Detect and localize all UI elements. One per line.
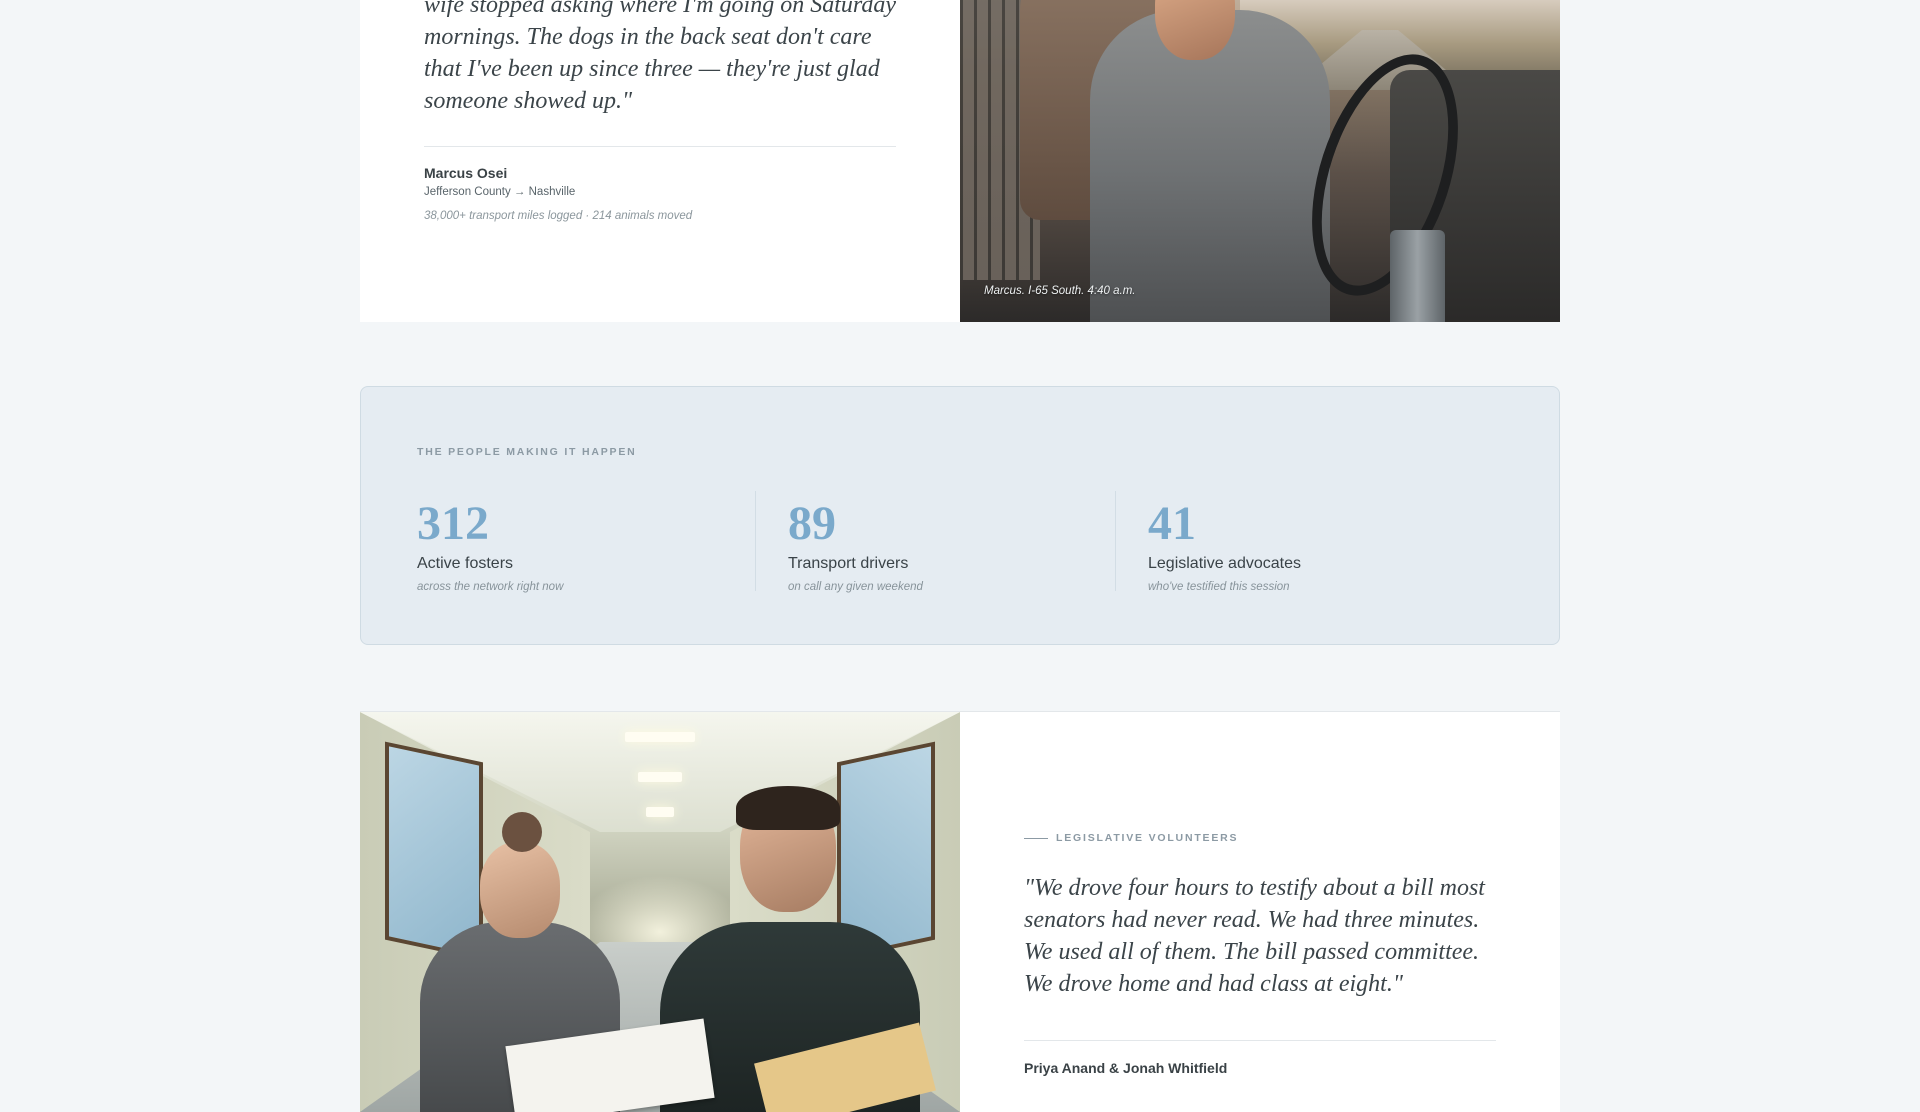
- stat-legislative-advocates: 41 Legislative advocates who've testifie…: [1115, 491, 1448, 593]
- volunteer-story-marcus: wife stopped asking where I'm going on S…: [360, 0, 1560, 322]
- stat-sublabel: on call any given weekend: [788, 581, 923, 593]
- hallway-photo: [360, 712, 960, 1112]
- stats-eyebrow: THE PEOPLE MAKING IT HAPPEN: [417, 446, 637, 458]
- story-divider: [424, 146, 896, 147]
- section-eyebrow: LEGISLATIVE VOLUNTEERS: [1056, 832, 1239, 844]
- stat-active-fosters: 312 Active fosters across the network ri…: [417, 491, 757, 594]
- stat-number: 312: [417, 497, 489, 550]
- people-stats-panel: THE PEOPLE MAKING IT HAPPEN 312 Active f…: [360, 386, 1560, 645]
- stat-number: 41: [1148, 497, 1196, 550]
- stat-label: Transport drivers: [788, 555, 909, 572]
- stat-sublabel: across the network right now: [417, 581, 564, 593]
- stat-label: Legislative advocates: [1148, 555, 1301, 572]
- section-label: LEGISLATIVE VOLUNTEERS: [1024, 832, 1238, 844]
- stat-number: 89: [788, 497, 836, 550]
- stat-sublabel: who've testified this session: [1148, 581, 1290, 593]
- story-text-card: wife stopped asking where I'm going on S…: [360, 0, 960, 322]
- story-quote: "We drove four hours to testify about a …: [1024, 875, 1485, 997]
- story-divider: [1024, 1040, 1496, 1041]
- volunteer-name: Marcus Osei: [424, 165, 508, 181]
- volunteer-names: Priya Anand & Jonah Whitfield: [1024, 1060, 1228, 1076]
- stat-label: Active fosters: [417, 555, 514, 572]
- volunteer-story-legislative: LEGISLATIVE VOLUNTEERS "We drove four ho…: [360, 711, 1560, 1112]
- driver-photo: Marcus. I-65 South. 4:40 a.m.: [960, 0, 1560, 322]
- volunteer-route: Jefferson County → Nashville: [424, 186, 576, 198]
- story-quote: wife stopped asking where I'm going on S…: [424, 0, 896, 114]
- label-rule: [1024, 837, 1048, 839]
- stat-transport-drivers: 89 Transport drivers on call any given w…: [755, 491, 1116, 593]
- story-text-card: LEGISLATIVE VOLUNTEERS "We drove four ho…: [960, 712, 1560, 1112]
- volunteer-stats: 38,000+ transport miles logged · 214 ani…: [424, 210, 693, 222]
- photo-caption: Marcus. I-65 South. 4:40 a.m.: [984, 285, 1136, 297]
